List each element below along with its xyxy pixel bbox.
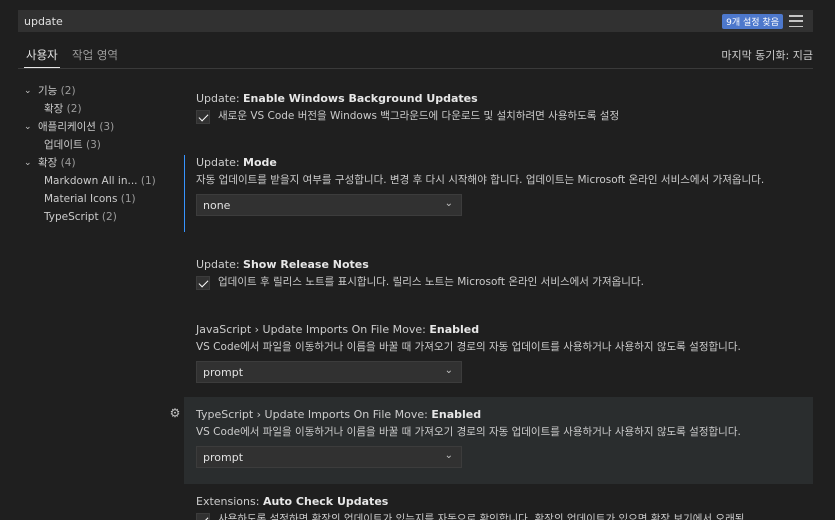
setting-name: Show Release Notes bbox=[243, 258, 369, 271]
filter-list-icon[interactable] bbox=[789, 15, 803, 27]
toc-item-application[interactable]: ⌄ 애플리케이션 (3) bbox=[20, 118, 170, 136]
chevron-down-icon: ⌄ bbox=[24, 122, 32, 132]
dropdown-value: prompt bbox=[203, 365, 244, 379]
toc-item-typescript[interactable]: TypeScript (2) bbox=[20, 208, 170, 226]
setting-title: Update: Show Release Notes bbox=[196, 257, 813, 273]
setting-category: Update: bbox=[196, 92, 244, 105]
toc-item-count: (3) bbox=[99, 121, 115, 133]
settings-editor: 9개 설정 찾음 사용자 작업 영역 마지막 동기화: 지금 ⌄ 기능 (2) … bbox=[0, 0, 835, 520]
toc-item-label: TypeScript bbox=[44, 211, 99, 223]
toc-item-count: (4) bbox=[60, 157, 76, 169]
setting-checkbox[interactable] bbox=[196, 275, 210, 290]
toc-item-markdown[interactable]: Markdown All in... (1) bbox=[20, 172, 170, 190]
setting-category: JavaScript › Update Imports On File Move… bbox=[196, 323, 430, 336]
settings-scope-tabs: 사용자 작업 영역 마지막 동기화: 지금 bbox=[18, 44, 813, 69]
setting-description: 새로운 VS Code 버전을 Windows 백그라운드에 다운로드 및 설치… bbox=[218, 110, 620, 122]
toc-item-label: 확장 bbox=[38, 157, 58, 169]
toc-item-label: Markdown All in... bbox=[44, 175, 138, 187]
chevron-down-icon: ⌄ bbox=[444, 450, 453, 461]
toc-item-count: (1) bbox=[140, 175, 156, 187]
setting-ts-update-imports: TypeScript › Update Imports On File Move… bbox=[184, 397, 813, 484]
setting-description: 업데이트 후 릴리스 노트를 표시합니다. 릴리스 노트는 Microsoft … bbox=[218, 276, 644, 288]
setting-description: VS Code에서 파일을 이동하거나 이름을 바꿀 때 가져오기 경로의 자동… bbox=[196, 341, 741, 353]
dropdown-value: none bbox=[203, 198, 231, 212]
setting-category: Update: bbox=[196, 258, 244, 271]
dropdown-value: prompt bbox=[203, 450, 244, 464]
setting-dropdown[interactable]: prompt ⌄ bbox=[196, 446, 462, 468]
setting-description: 사용하도록 설정하면 확장의 업데이트가 있는지를 자동으로 확인합니다. 확장… bbox=[218, 513, 745, 520]
tab-user[interactable]: 사용자 bbox=[24, 47, 60, 68]
toc-item-label: 기능 bbox=[38, 85, 58, 97]
toc-item-material-icons[interactable]: Material Icons (1) bbox=[20, 190, 170, 208]
tab-workspace[interactable]: 작업 영역 bbox=[72, 47, 118, 63]
settings-search-input[interactable] bbox=[18, 10, 723, 32]
toc-item-count: (2) bbox=[66, 103, 82, 115]
toc-item-count: (2) bbox=[60, 85, 76, 97]
setting-show-release-notes: Update: Show Release Notes 업데이트 후 릴리스 노트… bbox=[184, 257, 813, 290]
toc-item-label: 업데이트 bbox=[44, 139, 83, 151]
setting-dropdown[interactable]: none ⌄ bbox=[196, 194, 462, 216]
sync-status: 마지막 동기화: 지금 bbox=[721, 49, 813, 62]
gear-icon[interactable]: ⚙ bbox=[168, 406, 182, 420]
results-count-badge: 9개 설정 찾음 bbox=[722, 13, 783, 29]
toc-item-label: Material Icons bbox=[44, 193, 118, 205]
setting-title: TypeScript › Update Imports On File Move… bbox=[196, 407, 813, 423]
toc-item-count: (1) bbox=[120, 193, 136, 205]
settings-search-bar: 9개 설정 찾음 bbox=[18, 10, 813, 32]
setting-description: VS Code에서 파일을 이동하거나 이름을 바꿀 때 가져오기 경로의 자동… bbox=[196, 426, 741, 438]
toc-item-update[interactable]: 업데이트 (3) bbox=[20, 136, 170, 154]
setting-title: JavaScript › Update Imports On File Move… bbox=[196, 322, 813, 338]
chevron-down-icon: ⌄ bbox=[444, 365, 453, 376]
chevron-down-icon: ⌄ bbox=[24, 86, 32, 96]
setting-title: Update: Enable Windows Background Update… bbox=[196, 91, 813, 107]
settings-toc-tree: ⌄ 기능 (2) 확장 (2) ⌄ 애플리케이션 (3) 업데이트 (3) ⌄ … bbox=[20, 82, 170, 226]
setting-checkbox[interactable] bbox=[196, 512, 210, 520]
toc-item-label: 애플리케이션 bbox=[38, 121, 96, 133]
setting-enable-windows-background-updates: Update: Enable Windows Background Update… bbox=[184, 91, 813, 124]
setting-dropdown[interactable]: prompt ⌄ bbox=[196, 361, 462, 383]
setting-name: Enable Windows Background Updates bbox=[243, 92, 478, 105]
toc-item-features[interactable]: ⌄ 기능 (2) bbox=[20, 82, 170, 100]
chevron-down-icon: ⌄ bbox=[444, 198, 453, 209]
toc-item-features-extensions[interactable]: 확장 (2) bbox=[20, 100, 170, 118]
setting-category: Extensions: bbox=[196, 495, 263, 508]
setting-checkbox[interactable] bbox=[196, 109, 210, 124]
setting-category: TypeScript › Update Imports On File Move… bbox=[196, 408, 432, 421]
setting-name: Enabled bbox=[429, 323, 480, 336]
toc-item-label: 확장 bbox=[44, 103, 64, 115]
setting-auto-check-updates: Extensions: Auto Check Updates 사용하도록 설정하… bbox=[184, 494, 813, 520]
setting-title: Extensions: Auto Check Updates bbox=[196, 494, 813, 510]
setting-js-update-imports: JavaScript › Update Imports On File Move… bbox=[184, 322, 813, 383]
setting-description: 자동 업데이트를 받을지 여부를 구성합니다. 변경 후 다시 시작해야 합니다… bbox=[196, 174, 765, 186]
toc-item-extensions[interactable]: ⌄ 확장 (4) bbox=[20, 154, 170, 172]
setting-name: Enabled bbox=[431, 408, 482, 421]
setting-name: Mode bbox=[243, 156, 277, 169]
toc-item-count: (2) bbox=[101, 211, 117, 223]
setting-title: Update: Mode bbox=[196, 155, 813, 171]
setting-name: Auto Check Updates bbox=[262, 495, 389, 508]
chevron-down-icon: ⌄ bbox=[24, 158, 32, 168]
toc-item-count: (3) bbox=[85, 139, 101, 151]
setting-update-mode: Update: Mode 자동 업데이트를 받을지 여부를 구성합니다. 변경 … bbox=[184, 155, 813, 232]
setting-category: Update: bbox=[196, 156, 244, 169]
